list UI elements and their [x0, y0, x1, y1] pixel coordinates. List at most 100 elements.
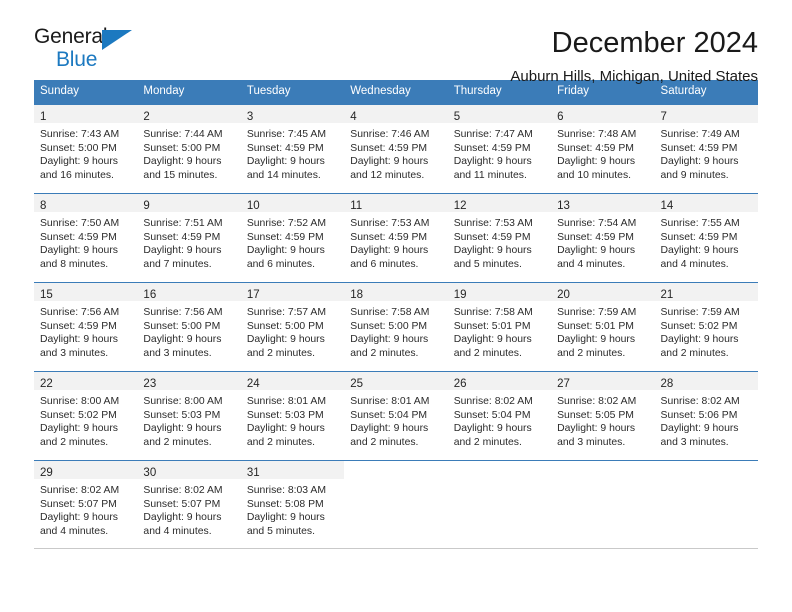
- day-info: Sunrise: 7:43 AM Sunset: 5:00 PM Dayligh…: [34, 123, 137, 182]
- daylight-text-line1: Daylight: 9 hours: [557, 334, 636, 346]
- sunrise-text: Sunrise: 7:52 AM: [246, 218, 326, 229]
- day-number-strip: 17: [240, 283, 345, 301]
- day-cell[interactable]: 31 Sunrise: 8:03 AM Sunset: 5:08 PM Dayl…: [240, 461, 345, 548]
- daylight-text-line2: and 2 minutes.: [246, 436, 316, 448]
- day-cell[interactable]: 27 Sunrise: 8:02 AM Sunset: 5:05 PM Dayl…: [551, 372, 655, 460]
- day-info: Sunrise: 8:02 AM Sunset: 5:04 PM Dayligh…: [448, 390, 551, 449]
- daylight-text-line2: and 3 minutes.: [40, 347, 109, 359]
- day-cell[interactable]: 18 Sunrise: 7:58 AM Sunset: 5:00 PM Dayl…: [344, 283, 448, 371]
- page-title: December 2024: [551, 27, 758, 59]
- brand-logo[interactable]: General Blue: [34, 26, 144, 74]
- day-number-strip: 24: [240, 372, 345, 390]
- day-cell[interactable]: 17 Sunrise: 7:57 AM Sunset: 5:00 PM Dayl…: [240, 283, 345, 371]
- day-number: 29: [40, 467, 53, 479]
- day-number-strip: 26: [447, 372, 552, 390]
- day-number: 10: [246, 200, 260, 212]
- daylight-text-line2: and 12 minutes.: [350, 169, 425, 181]
- sunset-text: Sunset: 4:59 PM: [143, 231, 221, 243]
- week-row: 1 Sunrise: 7:43 AM Sunset: 5:00 PM Dayli…: [34, 104, 758, 193]
- sunrise-text: Sunrise: 7:50 AM: [40, 218, 120, 229]
- day-number: 7: [660, 111, 667, 123]
- day-cell[interactable]: 9 Sunrise: 7:51 AM Sunset: 4:59 PM Dayli…: [137, 194, 241, 282]
- sunset-text: Sunset: 4:59 PM: [453, 231, 531, 243]
- day-number-strip: [447, 461, 552, 479]
- day-info: Sunrise: 7:56 AM Sunset: 5:00 PM Dayligh…: [137, 301, 240, 360]
- daylight-text-line2: and 2 minutes.: [350, 436, 419, 448]
- day-cell[interactable]: 22 Sunrise: 8:00 AM Sunset: 5:02 PM Dayl…: [34, 372, 138, 460]
- sunset-text: Sunset: 4:59 PM: [350, 142, 428, 154]
- day-cell-empty: [447, 461, 552, 548]
- sunset-text: Sunset: 5:04 PM: [453, 409, 531, 421]
- day-number: 15: [40, 289, 53, 301]
- day-info: Sunrise: 7:58 AM Sunset: 5:00 PM Dayligh…: [344, 301, 447, 360]
- day-cell[interactable]: 12 Sunrise: 7:53 AM Sunset: 4:59 PM Dayl…: [447, 194, 552, 282]
- sunrise-text: Sunrise: 8:00 AM: [143, 396, 223, 407]
- day-cell[interactable]: 11 Sunrise: 7:53 AM Sunset: 4:59 PM Dayl…: [344, 194, 448, 282]
- day-cell[interactable]: 29 Sunrise: 8:02 AM Sunset: 5:07 PM Dayl…: [34, 461, 138, 548]
- day-cell[interactable]: 16 Sunrise: 7:56 AM Sunset: 5:00 PM Dayl…: [137, 283, 241, 371]
- sunset-text: Sunset: 5:00 PM: [143, 320, 221, 332]
- daylight-text-line2: and 4 minutes.: [143, 525, 212, 537]
- daylight-text-line1: Daylight: 9 hours: [350, 334, 429, 346]
- day-info: Sunrise: 8:03 AM Sunset: 5:08 PM Dayligh…: [241, 479, 344, 538]
- day-number: 8: [40, 200, 47, 212]
- daylight-text-line2: and 3 minutes.: [557, 436, 626, 448]
- daylight-text-line1: Daylight: 9 hours: [660, 423, 739, 435]
- daylight-text-line1: Daylight: 9 hours: [350, 245, 429, 257]
- day-info: Sunrise: 7:45 AM Sunset: 4:59 PM Dayligh…: [241, 123, 344, 182]
- sunrise-text: Sunrise: 7:59 AM: [660, 307, 740, 318]
- day-number-strip: 15: [34, 283, 138, 301]
- sunrise-text: Sunrise: 8:01 AM: [350, 396, 430, 407]
- week-row: 15 Sunrise: 7:56 AM Sunset: 4:59 PM Dayl…: [34, 282, 758, 371]
- sunrise-text: Sunrise: 7:53 AM: [350, 218, 430, 229]
- sunset-text: Sunset: 5:03 PM: [143, 409, 221, 421]
- day-cell[interactable]: 21 Sunrise: 7:59 AM Sunset: 5:02 PM Dayl…: [654, 283, 758, 371]
- sunset-text: Sunset: 5:00 PM: [246, 320, 324, 332]
- day-cell[interactable]: 6 Sunrise: 7:48 AM Sunset: 4:59 PM Dayli…: [551, 105, 655, 193]
- daylight-text-line1: Daylight: 9 hours: [557, 423, 636, 435]
- sunset-text: Sunset: 4:59 PM: [40, 231, 117, 243]
- day-cell[interactable]: 25 Sunrise: 8:01 AM Sunset: 5:04 PM Dayl…: [344, 372, 448, 460]
- sunset-text: Sunset: 5:01 PM: [557, 320, 634, 332]
- daylight-text-line2: and 14 minutes.: [246, 169, 321, 181]
- day-cell[interactable]: 1 Sunrise: 7:43 AM Sunset: 5:00 PM Dayli…: [34, 105, 138, 193]
- day-cell[interactable]: 5 Sunrise: 7:47 AM Sunset: 4:59 PM Dayli…: [447, 105, 552, 193]
- day-cell[interactable]: 14 Sunrise: 7:55 AM Sunset: 4:59 PM Dayl…: [654, 194, 758, 282]
- day-cell[interactable]: 19 Sunrise: 7:58 AM Sunset: 5:01 PM Dayl…: [447, 283, 552, 371]
- day-cell[interactable]: 10 Sunrise: 7:52 AM Sunset: 4:59 PM Dayl…: [240, 194, 345, 282]
- day-cell[interactable]: 7 Sunrise: 7:49 AM Sunset: 4:59 PM Dayli…: [654, 105, 758, 193]
- day-cell[interactable]: 20 Sunrise: 7:59 AM Sunset: 5:01 PM Dayl…: [551, 283, 655, 371]
- daylight-text-line1: Daylight: 9 hours: [350, 156, 429, 168]
- day-cell[interactable]: 28 Sunrise: 8:02 AM Sunset: 5:06 PM Dayl…: [654, 372, 758, 460]
- day-cell[interactable]: 13 Sunrise: 7:54 AM Sunset: 4:59 PM Dayl…: [551, 194, 655, 282]
- day-info: Sunrise: 8:01 AM Sunset: 5:03 PM Dayligh…: [241, 390, 344, 449]
- day-number: 14: [660, 200, 674, 212]
- day-cell[interactable]: 24 Sunrise: 8:01 AM Sunset: 5:03 PM Dayl…: [240, 372, 345, 460]
- daylight-text-line1: Daylight: 9 hours: [246, 512, 325, 524]
- day-info: Sunrise: 7:58 AM Sunset: 5:01 PM Dayligh…: [448, 301, 551, 360]
- day-cell[interactable]: 26 Sunrise: 8:02 AM Sunset: 5:04 PM Dayl…: [447, 372, 552, 460]
- daylight-text-line2: and 2 minutes.: [246, 347, 316, 359]
- daylight-text-line1: Daylight: 9 hours: [557, 245, 636, 257]
- day-number-strip: 23: [137, 372, 241, 390]
- sunrise-text: Sunrise: 7:47 AM: [453, 129, 533, 140]
- sunset-text: Sunset: 5:07 PM: [40, 498, 117, 510]
- sunset-text: Sunset: 5:03 PM: [246, 409, 324, 421]
- daylight-text-line2: and 2 minutes.: [350, 347, 419, 359]
- sunset-text: Sunset: 4:59 PM: [453, 142, 531, 154]
- day-cell[interactable]: 3 Sunrise: 7:45 AM Sunset: 4:59 PM Dayli…: [240, 105, 345, 193]
- day-cell[interactable]: 30 Sunrise: 8:02 AM Sunset: 5:07 PM Dayl…: [137, 461, 241, 548]
- sunrise-text: Sunrise: 7:46 AM: [350, 129, 430, 140]
- day-number-strip: 10: [240, 194, 345, 212]
- daylight-text-line2: and 5 minutes.: [246, 525, 316, 537]
- day-cell[interactable]: 4 Sunrise: 7:46 AM Sunset: 4:59 PM Dayli…: [344, 105, 448, 193]
- day-number-strip: 3: [240, 105, 345, 123]
- day-cell[interactable]: 15 Sunrise: 7:56 AM Sunset: 4:59 PM Dayl…: [34, 283, 138, 371]
- day-number-strip: 19: [447, 283, 552, 301]
- day-cell[interactable]: 23 Sunrise: 8:00 AM Sunset: 5:03 PM Dayl…: [137, 372, 241, 460]
- day-cell[interactable]: 2 Sunrise: 7:44 AM Sunset: 5:00 PM Dayli…: [137, 105, 241, 193]
- day-number: 2: [143, 111, 150, 123]
- day-number: 21: [660, 289, 674, 301]
- sunrise-text: Sunrise: 7:43 AM: [40, 129, 120, 140]
- day-cell[interactable]: 8 Sunrise: 7:50 AM Sunset: 4:59 PM Dayli…: [34, 194, 138, 282]
